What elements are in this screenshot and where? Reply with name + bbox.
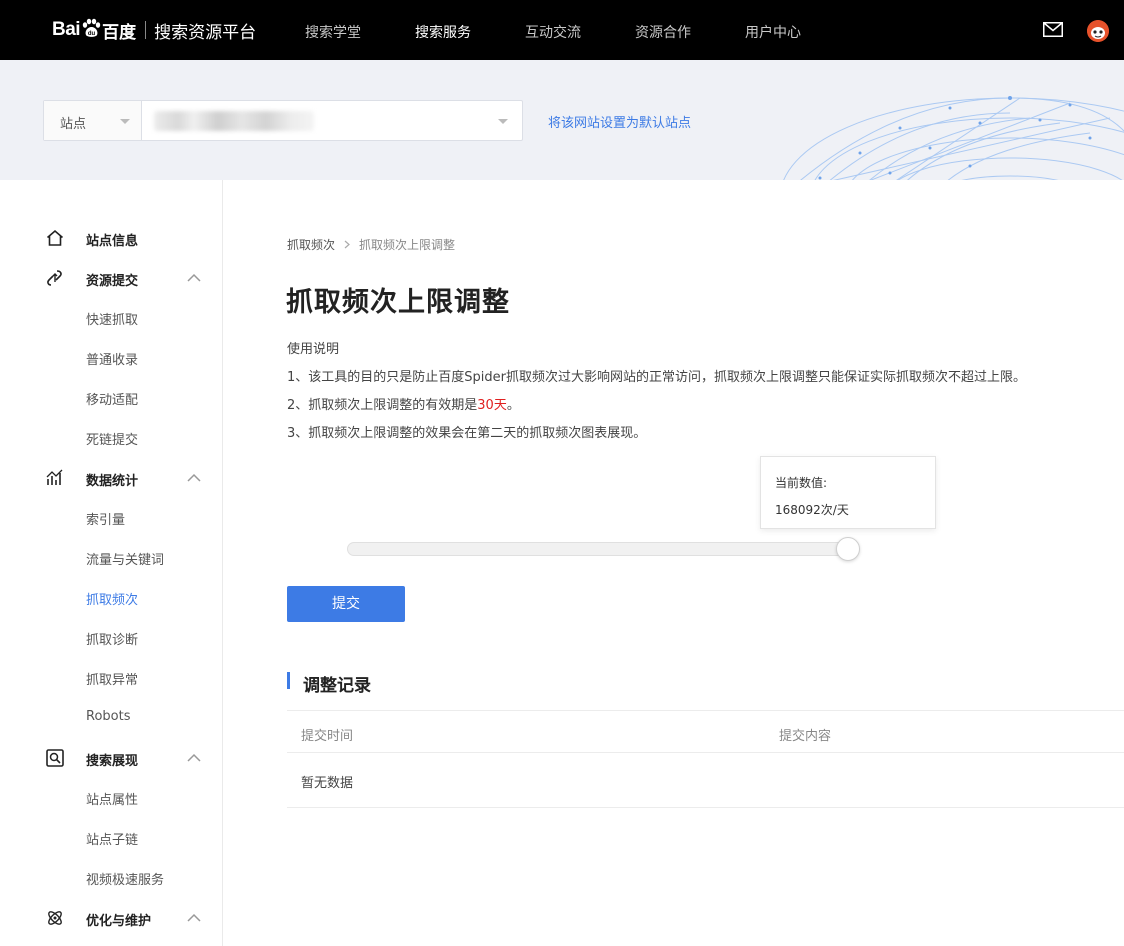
section-accent-bar: [287, 672, 290, 689]
home-icon: [46, 229, 64, 246]
svg-text:du: du: [88, 31, 96, 37]
stats-icon: [46, 469, 63, 485]
globe-decoration: [783, 96, 1124, 180]
logo-du-text: 百度: [102, 22, 137, 43]
instruction-line-2: 2、抓取频次上限调整的有效期是30天。: [287, 392, 1026, 420]
sidebar-item-crawl-errors[interactable]: 抓取异常: [86, 669, 138, 688]
sidebar-group-label: 优化与维护: [86, 914, 152, 929]
instruction-line-3: 3、抓取频次上限调整的效果会在第二天的抓取频次图表展现。: [287, 426, 647, 441]
sidebar-group-label: 数据统计: [86, 474, 139, 489]
chevron-up-icon: [187, 753, 201, 762]
column-header-submit-content: 提交内容: [779, 729, 832, 744]
instruction-line-1: 1、该工具的目的只是防止百度Spider抓取频次过大影响网站的正常访问，抓取频次…: [287, 370, 1026, 385]
validity-period: 30天: [477, 398, 507, 413]
site-banner: 站点 将该网站设置为默认站点: [0, 60, 1124, 180]
sidebar-item-crawl-diagnosis[interactable]: 抓取诊断: [86, 629, 138, 648]
records-table: 提交时间 提交内容 暂无数据: [287, 710, 1124, 808]
sidebar-group-label: 资源提交: [86, 274, 139, 289]
breadcrumb-parent[interactable]: 抓取频次: [287, 236, 335, 253]
nav-search-service[interactable]: 搜索服务: [388, 0, 498, 60]
sidebar-group-optimize-maintain[interactable]: 优化与维护: [0, 898, 222, 938]
avatar-face-icon: [1087, 20, 1109, 42]
logo-bai-text: Bai: [52, 19, 81, 40]
records-section-title: 调整记录: [303, 676, 371, 696]
platform-title: 搜索资源平台: [154, 22, 257, 43]
chevron-up-icon: [187, 473, 201, 482]
site-select-label: 站点: [60, 117, 87, 132]
link-submit-icon: [47, 270, 62, 286]
sidebar-group-site-info[interactable]: 站点信息: [0, 218, 222, 258]
table-empty-row: 暂无数据: [287, 753, 1124, 808]
paw-icon: du: [82, 18, 101, 37]
avatar[interactable]: [1087, 20, 1109, 42]
nav-user-center[interactable]: 用户中心: [718, 0, 828, 60]
sidebar-item-video-fast-service[interactable]: 视频极速服务: [86, 869, 164, 888]
chevron-up-icon: [187, 913, 201, 922]
chevron-up-icon: [187, 273, 201, 282]
site-selector: 站点: [43, 100, 523, 141]
sidebar-item-crawl-frequency[interactable]: 抓取频次: [86, 589, 138, 608]
chevron-down-icon: [498, 119, 508, 124]
sidebar-group-search-display[interactable]: 搜索展现: [0, 738, 222, 778]
main-content: 抓取频次 抓取频次上限调整 抓取频次上限调整 使用说明 1、该工具的目的只是防止…: [224, 180, 1124, 946]
tooltip-value: 168092次/天: [775, 503, 849, 517]
sidebar-item-site-sublinks[interactable]: 站点子链: [86, 829, 138, 848]
main-nav: 搜索学堂 搜索服务 互动交流 资源合作 用户中心: [278, 0, 828, 60]
instruction-line-2-period: 。: [506, 398, 520, 413]
sidebar: 站点信息 资源提交 快速抓取 普通收录 移动适配 死链提交 数据统计 索引量 流…: [0, 180, 223, 946]
sidebar-group-label: 搜索展现: [86, 754, 139, 769]
slider-handle[interactable]: [836, 537, 860, 561]
slider-track[interactable]: [347, 542, 849, 556]
sidebar-group-label: 站点信息: [86, 234, 139, 249]
submit-button[interactable]: 提交: [287, 586, 405, 622]
slider-tooltip: 当前数值: 168092次/天: [760, 456, 936, 529]
table-header: 提交时间 提交内容: [287, 710, 1124, 753]
chevron-down-icon: [120, 119, 130, 124]
atom-icon: [48, 911, 62, 925]
site-type-dropdown[interactable]: 站点: [44, 101, 142, 140]
search-display-icon: [46, 749, 64, 767]
sidebar-item-fast-crawl[interactable]: 快速抓取: [86, 309, 138, 328]
sidebar-item-dead-link[interactable]: 死链提交: [86, 429, 138, 448]
instructions-heading: 使用说明: [287, 342, 340, 357]
nav-search-academy[interactable]: 搜索学堂: [278, 0, 388, 60]
nav-interaction[interactable]: 互动交流: [498, 0, 608, 60]
site-url-dropdown[interactable]: [142, 101, 522, 140]
sidebar-group-data-stats[interactable]: 数据统计: [0, 458, 222, 498]
sidebar-item-mobile-adapt[interactable]: 移动适配: [86, 389, 138, 408]
page-title: 抓取频次上限调整: [286, 287, 510, 318]
instruction-line-2-text: 2、抓取频次上限调整的有效期是: [287, 398, 478, 413]
sidebar-item-site-property[interactable]: 站点属性: [86, 789, 138, 808]
baidu-logo[interactable]: Bai du 百度 搜索资源平台: [52, 14, 256, 46]
set-default-site-link[interactable]: 将该网站设置为默认站点: [548, 112, 691, 131]
tooltip-label: 当前数值:: [775, 476, 828, 490]
column-header-submit-time: 提交时间: [301, 729, 354, 744]
sidebar-item-traffic-keywords[interactable]: 流量与关键词: [86, 549, 164, 568]
logo-divider: [145, 21, 147, 39]
instructions: 使用说明 1、该工具的目的只是防止百度Spider抓取频次过大影响网站的正常访问…: [287, 336, 1026, 448]
empty-text: 暂无数据: [301, 776, 354, 791]
sidebar-item-index-volume[interactable]: 索引量: [86, 509, 125, 528]
sidebar-group-resource-submit[interactable]: 资源提交: [0, 258, 222, 298]
top-navbar: Bai du 百度 搜索资源平台 搜索学堂 搜索服务 互动交流 资源合作 用户中…: [0, 0, 1124, 60]
nav-resource-cooperation[interactable]: 资源合作: [608, 0, 718, 60]
sidebar-item-normal-index[interactable]: 普通收录: [86, 349, 138, 368]
breadcrumb: 抓取频次 抓取频次上限调整: [287, 236, 455, 253]
breadcrumb-current: 抓取频次上限调整: [359, 238, 456, 252]
chevron-right-icon: [344, 240, 350, 249]
mail-icon[interactable]: [1043, 22, 1063, 37]
sidebar-item-robots[interactable]: Robots: [86, 709, 130, 724]
blurred-site-url: [154, 111, 314, 131]
